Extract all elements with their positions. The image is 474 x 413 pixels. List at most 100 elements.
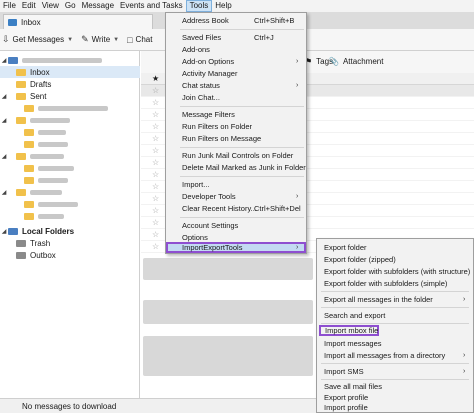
star-icon[interactable]: ☆ [152,218,159,227]
menu-item-label: Run Junk Mail Controls on Folder [182,151,294,160]
filter-attachment-button[interactable]: 📎 Attachment [329,57,383,66]
star-icon[interactable]: ☆ [152,194,159,203]
folder-outbox[interactable]: Outbox [0,249,140,261]
star-icon[interactable]: ☆ [152,206,159,215]
submenu-item-export-profile[interactable]: Export profile [319,392,471,403]
folder-inbox[interactable]: Inbox [0,66,140,78]
menu-events-and-tasks[interactable]: Events and Tasks [117,0,186,12]
menu-item-message-filters[interactable]: Message Filters [168,109,304,120]
menu-item-address-book[interactable]: Address Book Ctrl+Shift+B [168,15,304,26]
submenu-item-import-sms[interactable]: Import SMS › [319,366,471,377]
star-icon[interactable]: ☆ [152,122,159,131]
menu-tools[interactable]: Tools [185,0,213,12]
submenu-item-export-all-messages[interactable]: Export all messages in the folder › [319,294,471,305]
submenu-item-search-export[interactable]: Search and export [319,310,471,321]
menu-item-add-ons[interactable]: Add-ons [168,44,304,55]
menu-edit[interactable]: Edit [19,0,39,12]
menu-item-activity-manager[interactable]: Activity Manager [168,68,304,79]
menu-item-developer-tools[interactable]: Developer Tools › [168,191,304,202]
subfolder-row[interactable] [0,102,140,114]
submenu-item-export-subfolders-simple[interactable]: Export folder with subfolders (simple) [319,278,471,289]
subfolder-row[interactable]: ◢ [0,150,140,162]
subfolder-row[interactable] [0,174,140,186]
submenu-item-import-mbox[interactable]: Import mbox file [319,325,379,336]
menu-item-chat-status[interactable]: Chat status › [168,80,304,91]
submenu-item-import-profile[interactable]: Import profile [319,403,471,412]
folder-sent[interactable]: ◢ Sent [0,90,140,102]
submenu-item-import-all-directory[interactable]: Import all messages from a directory › [319,350,471,361]
collapse-arrow-icon[interactable]: ◢ [0,117,8,124]
menu-item-import[interactable]: Import... [168,179,304,190]
chevron-down-icon[interactable]: ▼ [67,37,73,43]
star-column-icon[interactable]: ★ [152,74,159,83]
get-messages-button[interactable]: ⇩ Get Messages ▼ [2,34,73,45]
folder-icon [24,104,34,112]
tab-inbox[interactable]: Inbox [3,14,153,29]
download-icon: ⇩ [2,34,10,44]
menu-item-label: Developer Tools [182,192,236,201]
redacted-folder-name [38,141,68,147]
collapse-arrow-icon[interactable]: ◢ [0,153,8,160]
submenu-item-save-all-mail[interactable]: Save all mail files [319,381,471,392]
write-button[interactable]: ✎ Write ▼ [81,34,119,45]
redacted-folder-name [30,153,64,159]
submenu-item-export-folder[interactable]: Export folder [319,242,471,253]
collapse-arrow-icon[interactable]: ◢ [0,189,8,196]
collapse-arrow-icon[interactable]: ◢ [0,228,8,235]
collapse-arrow-icon[interactable]: ◢ [0,57,8,64]
star-icon[interactable]: ☆ [152,146,159,155]
account-row[interactable]: ◢ [0,54,140,66]
subfolder-row[interactable] [0,210,140,222]
submenu-item-label: Export all messages in the folder [324,295,433,304]
menu-item-saved-files[interactable]: Saved Files Ctrl+J [168,32,304,43]
submenu-item-export-folder-zipped[interactable]: Export folder (zipped) [319,254,471,265]
star-icon[interactable]: ☆ [152,170,159,179]
collapse-arrow-icon[interactable]: ◢ [0,93,8,100]
submenu-item-label: Import mbox file [325,326,379,335]
menu-item-run-filters-folder[interactable]: Run Filters on Folder [168,121,304,132]
chat-button[interactable]: □ Chat [127,35,152,45]
menu-item-run-junk-controls[interactable]: Run Junk Mail Controls on Folder [168,150,304,161]
menu-item-account-settings[interactable]: Account Settings [168,220,304,231]
submenu-item-label: Save all mail files [324,382,382,391]
paperclip-icon: 📎 [329,57,339,66]
star-icon[interactable]: ☆ [152,158,159,167]
star-icon[interactable]: ☆ [152,110,159,119]
folder-trash[interactable]: Trash [0,237,140,249]
subfolder-row[interactable]: ◢ [0,114,140,126]
menu-item-add-on-options[interactable]: Add-on Options › [168,56,304,67]
menu-item-label: Import... [182,180,210,189]
submenu-item-import-messages[interactable]: Import messages [319,338,471,349]
subfolder-row[interactable] [0,138,140,150]
subfolder-row[interactable] [0,162,140,174]
menu-view[interactable]: View [39,0,62,12]
menu-file[interactable]: File [0,0,19,12]
star-icon[interactable]: ☆ [152,230,159,239]
menu-help[interactable]: Help [212,0,234,12]
write-label: Write [91,35,111,44]
star-icon[interactable]: ☆ [152,182,159,191]
subfolder-row[interactable] [0,198,140,210]
submenu-item-export-subfolders-structure[interactable]: Export folder with subfolders (with stru… [319,266,471,277]
menu-item-clear-history[interactable]: Clear Recent History... Ctrl+Shift+Del [168,203,304,214]
menu-go[interactable]: Go [62,0,79,12]
subfolder-row[interactable] [0,126,140,138]
menu-message[interactable]: Message [79,0,117,12]
folder-local-folders[interactable]: ◢ Local Folders [0,225,140,237]
menu-item-delete-junk[interactable]: Delete Mail Marked as Junk in Folder [168,162,306,173]
menu-separator [180,147,304,148]
menu-item-join-chat[interactable]: Join Chat... [168,92,304,103]
star-icon[interactable]: ☆ [152,242,159,251]
menu-separator [321,307,469,308]
folder-drafts[interactable]: Drafts [0,78,140,90]
menu-item-run-filters-message[interactable]: Run Filters on Message [168,133,304,144]
subfolder-row[interactable]: ◢ [0,186,140,198]
shortcut-label: Ctrl+J [254,33,274,42]
star-icon[interactable]: ☆ [152,134,159,143]
chevron-down-icon[interactable]: ▼ [113,37,119,43]
star-icon[interactable]: ☆ [152,86,159,95]
menu-item-importexporttools[interactable]: ImportExportTools › [166,242,306,253]
star-icon[interactable]: ☆ [152,98,159,107]
menu-item-label: Join Chat... [182,93,220,102]
submenu-item-label: Export folder [324,243,367,252]
